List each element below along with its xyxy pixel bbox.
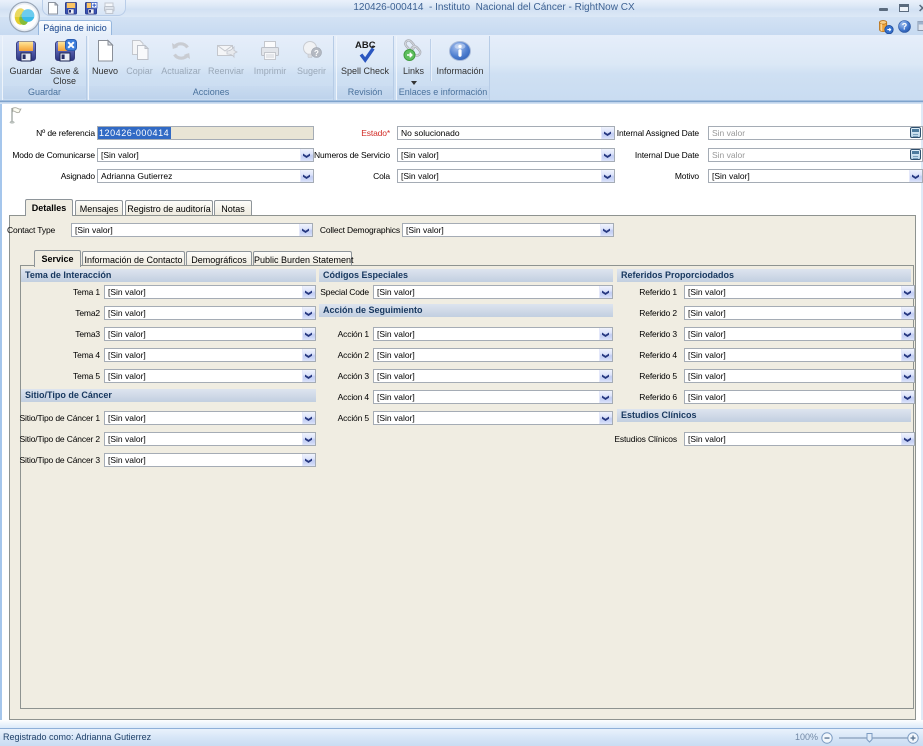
svg-text:?: ? (314, 49, 319, 58)
svg-text:?: ? (902, 22, 908, 32)
